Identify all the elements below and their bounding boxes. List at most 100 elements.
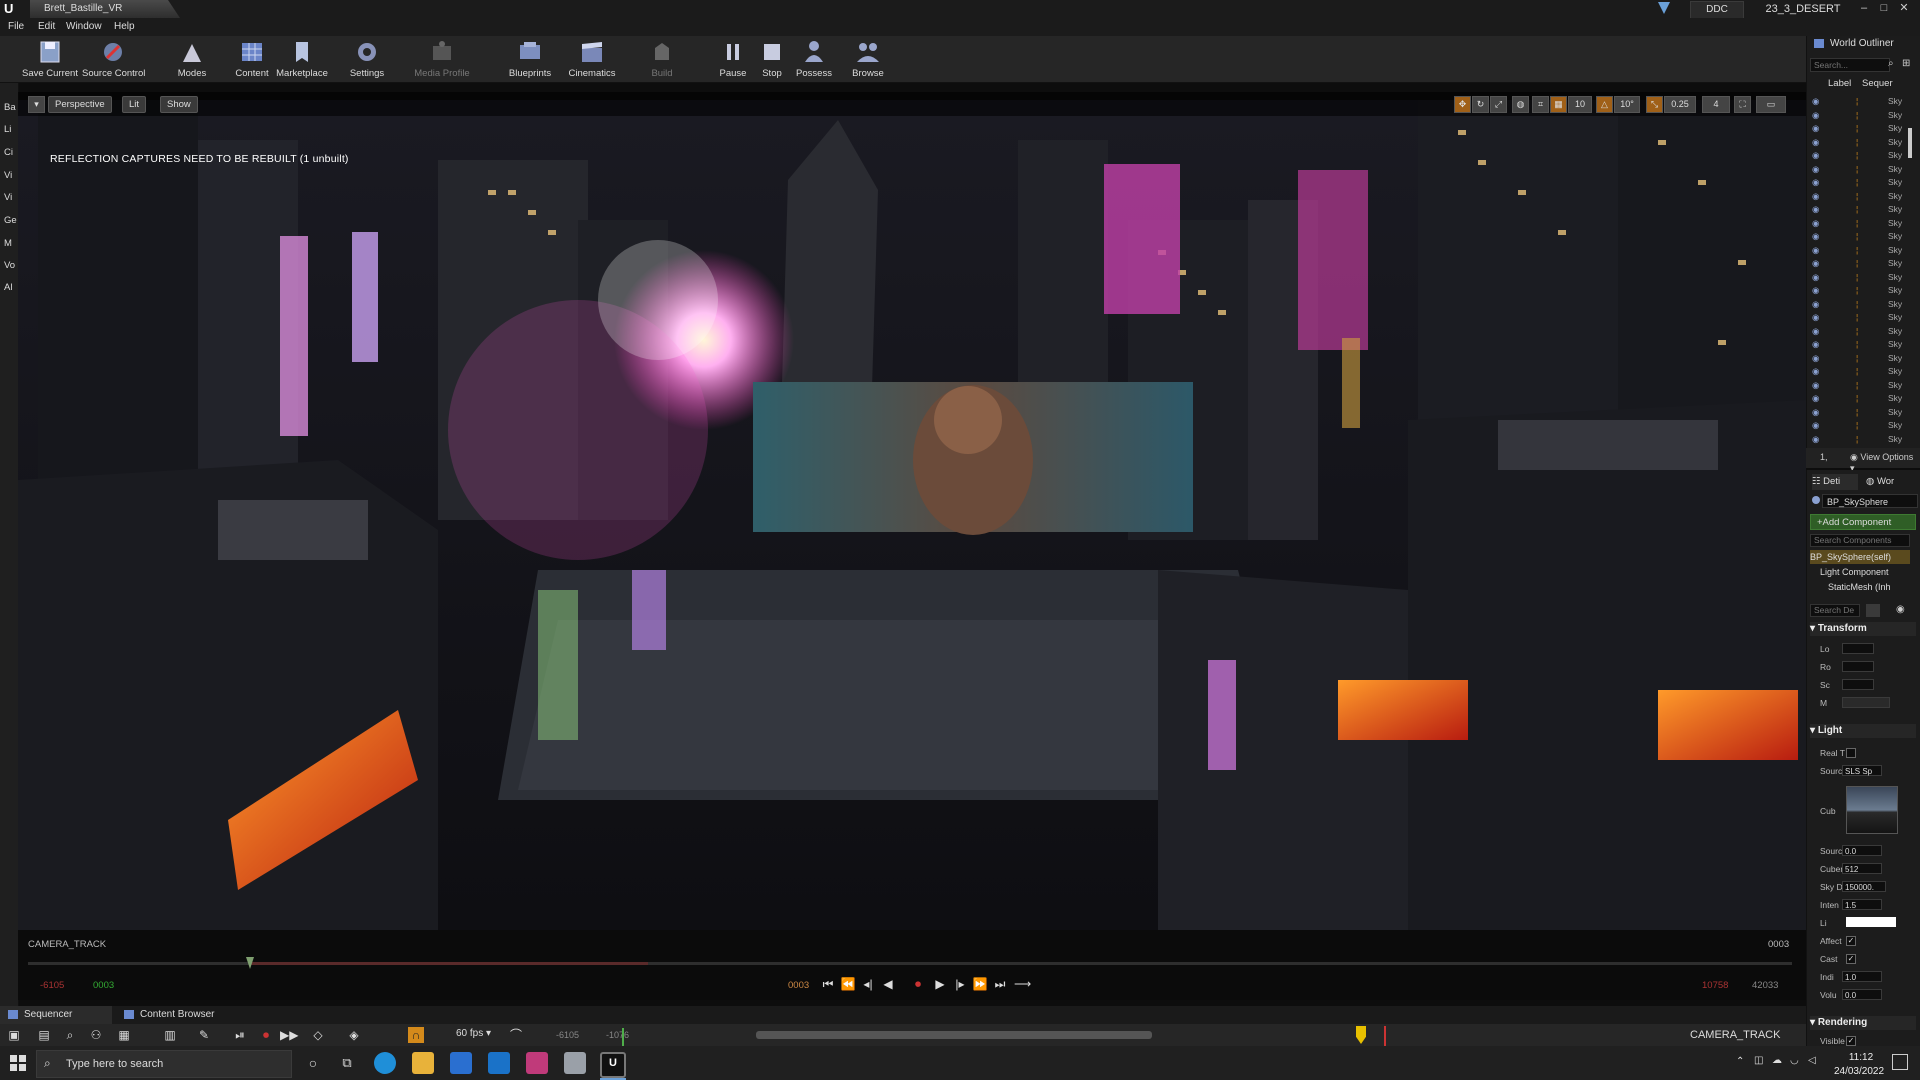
visibility-eye-icon[interactable]: ◉: [1812, 353, 1819, 363]
category-modes[interactable]: M: [4, 238, 18, 249]
outliner-row[interactable]: ◉ ¦ Sky: [1812, 393, 1904, 406]
section-transform[interactable]: ▾ Transform: [1810, 622, 1916, 636]
visibility-eye-icon[interactable]: ◉: [1812, 96, 1819, 106]
maximize-icon[interactable]: □: [1876, 1, 1892, 15]
outliner-search-input[interactable]: [1810, 58, 1890, 72]
record-sequencer-icon[interactable]: ⏺: [258, 1027, 274, 1043]
close-icon[interactable]: ✕: [1896, 1, 1912, 15]
curve-editor-icon[interactable]: ⌒: [508, 1027, 524, 1043]
component-row-light[interactable]: Light Component: [1810, 565, 1920, 579]
outliner-column-label[interactable]: Label: [1828, 78, 1851, 89]
sequencer-scrollbar[interactable]: [756, 1031, 1152, 1039]
view-mode-lit-button[interactable]: Lit: [122, 96, 147, 113]
category-volumes[interactable]: Vo: [4, 260, 18, 271]
edit-tool-icon[interactable]: ✎: [196, 1027, 212, 1043]
visibility-eye-icon[interactable]: ◉: [1812, 245, 1819, 255]
indirect-lighting-field[interactable]: 1.0: [1842, 971, 1882, 982]
cast-shadows-checkbox[interactable]: ✓: [1846, 954, 1856, 964]
category-cinematic[interactable]: Ci: [4, 147, 18, 158]
find-icon[interactable]: ⌕: [62, 1027, 78, 1043]
outliner-row[interactable]: ◉ ¦ Sky: [1812, 150, 1904, 163]
clock-date[interactable]: 24/03/2022: [1828, 1066, 1890, 1077]
visibility-eye-icon[interactable]: ◉: [1812, 272, 1819, 282]
outliner-row[interactable]: ◉ ¦ Sky: [1812, 326, 1904, 339]
content-button[interactable]: Content: [232, 36, 272, 82]
scale-tool-icon[interactable]: ⤢: [1490, 96, 1507, 113]
jump-to-end-icon[interactable]: ⏭: [992, 976, 1008, 992]
notepad-icon[interactable]: [564, 1052, 586, 1074]
edge-icon[interactable]: [374, 1052, 396, 1074]
step-back-icon[interactable]: ⏪: [840, 976, 856, 992]
visible-checkbox[interactable]: ✓: [1846, 1036, 1856, 1046]
search-components-input[interactable]: [1810, 534, 1910, 547]
light-color-swatch[interactable]: [1846, 917, 1896, 927]
component-row-self[interactable]: BP_SkySphere(self): [1810, 550, 1910, 564]
outliner-row[interactable]: ◉ ¦ Sky: [1812, 285, 1904, 298]
layout-icon[interactable]: ▭: [1756, 96, 1786, 113]
visibility-eye-icon[interactable]: ◉: [1812, 312, 1819, 322]
visibility-eye-icon[interactable]: ◉: [1812, 231, 1819, 241]
tab-world-settings[interactable]: ◍ Wor: [1866, 474, 1912, 490]
outliner-add-icon[interactable]: ⊞: [1902, 58, 1910, 69]
category-basic[interactable]: Ba: [4, 102, 18, 113]
outliner-row[interactable]: ◉ ¦ Sky: [1812, 380, 1904, 393]
scale-snap-value[interactable]: 0.25: [1664, 96, 1696, 113]
menu-help[interactable]: Help: [114, 18, 135, 36]
visibility-eye-icon[interactable]: ◉: [1812, 150, 1819, 160]
auto-key-icon[interactable]: ◈: [346, 1027, 362, 1043]
wifi-icon[interactable]: ◡: [1790, 1055, 1799, 1066]
outliner-row[interactable]: ◉ ¦ Sky: [1812, 110, 1904, 123]
perspective-button[interactable]: Perspective: [48, 96, 112, 113]
cinematics-button[interactable]: Cinematics: [566, 36, 618, 82]
affects-world-checkbox[interactable]: ✓: [1846, 936, 1856, 946]
stop-button[interactable]: Stop: [758, 36, 786, 82]
visibility-eye-icon[interactable]: ◉: [1812, 218, 1819, 228]
visibility-eye-icon[interactable]: ◉: [1812, 285, 1819, 295]
visibility-eye-icon[interactable]: ◉: [1812, 164, 1819, 174]
outliner-row[interactable]: ◉ ¦ Sky: [1812, 353, 1904, 366]
modes-button[interactable]: Modes: [172, 36, 212, 82]
actors-icon[interactable]: ⚇: [88, 1027, 104, 1043]
real-time-capture-checkbox[interactable]: [1846, 748, 1856, 758]
volume-icon[interactable]: ◁: [1808, 1055, 1816, 1066]
visibility-eye-icon[interactable]: ◉: [1812, 366, 1819, 376]
outliner-row[interactable]: ◉ ¦ Sky: [1812, 407, 1904, 420]
category-visual-effects[interactable]: Vi: [4, 170, 18, 181]
playback-options-icon[interactable]: ⏯: [232, 1027, 248, 1043]
details-eye-icon[interactable]: ◉: [1896, 604, 1905, 615]
outliner-scrollbar[interactable]: [1908, 128, 1912, 158]
world-icon[interactable]: ▣: [6, 1027, 22, 1043]
section-light[interactable]: ▾ Light: [1810, 724, 1916, 738]
previous-key-icon[interactable]: ◂|: [860, 976, 876, 992]
browse-button[interactable]: Browse: [850, 36, 886, 82]
visibility-eye-icon[interactable]: ◉: [1812, 123, 1819, 133]
visibility-eye-icon[interactable]: ◉: [1812, 420, 1819, 430]
minimize-icon[interactable]: –: [1856, 1, 1872, 15]
outliner-row[interactable]: ◉ ¦ Sky: [1812, 123, 1904, 136]
visibility-eye-icon[interactable]: ◉: [1812, 110, 1819, 120]
outliner-row[interactable]: ◉ ¦ Sky: [1812, 258, 1904, 271]
surface-snap-icon[interactable]: ⌗: [1532, 96, 1549, 113]
add-component-button[interactable]: +Add Component: [1810, 514, 1916, 530]
outliner-row[interactable]: ◉ ¦ Sky: [1812, 218, 1904, 231]
save-current-button[interactable]: Save Current: [22, 36, 78, 82]
rotate-tool-icon[interactable]: ↻: [1472, 96, 1489, 113]
visibility-eye-icon[interactable]: ◉: [1812, 299, 1819, 309]
visibility-eye-icon[interactable]: ◉: [1812, 407, 1819, 417]
mail-icon[interactable]: [488, 1052, 510, 1074]
category-geometry[interactable]: Ge: [4, 215, 18, 226]
outliner-row[interactable]: ◉ ¦ Sky: [1812, 366, 1904, 379]
visibility-eye-icon[interactable]: ◉: [1812, 258, 1819, 268]
visibility-eye-icon[interactable]: ◉: [1812, 137, 1819, 147]
outliner-row[interactable]: ◉ ¦ Sky: [1812, 299, 1904, 312]
volumetric-scattering-field[interactable]: 0.0: [1842, 989, 1882, 1000]
clock-time[interactable]: 11:12: [1836, 1052, 1886, 1063]
scale-snap-icon[interactable]: ⤡: [1646, 96, 1663, 113]
outliner-row[interactable]: ◉ ¦ Sky: [1812, 272, 1904, 285]
outliner-row[interactable]: ◉ ¦ Sky: [1812, 191, 1904, 204]
camera-speed-button[interactable]: 4: [1702, 96, 1730, 113]
cortana-icon[interactable]: ○: [302, 1052, 324, 1074]
category-all-classes[interactable]: Al: [4, 282, 18, 293]
media-profile-button[interactable]: Media Profile: [412, 36, 472, 82]
outliner-row[interactable]: ◉ ¦ Sky: [1812, 434, 1904, 447]
